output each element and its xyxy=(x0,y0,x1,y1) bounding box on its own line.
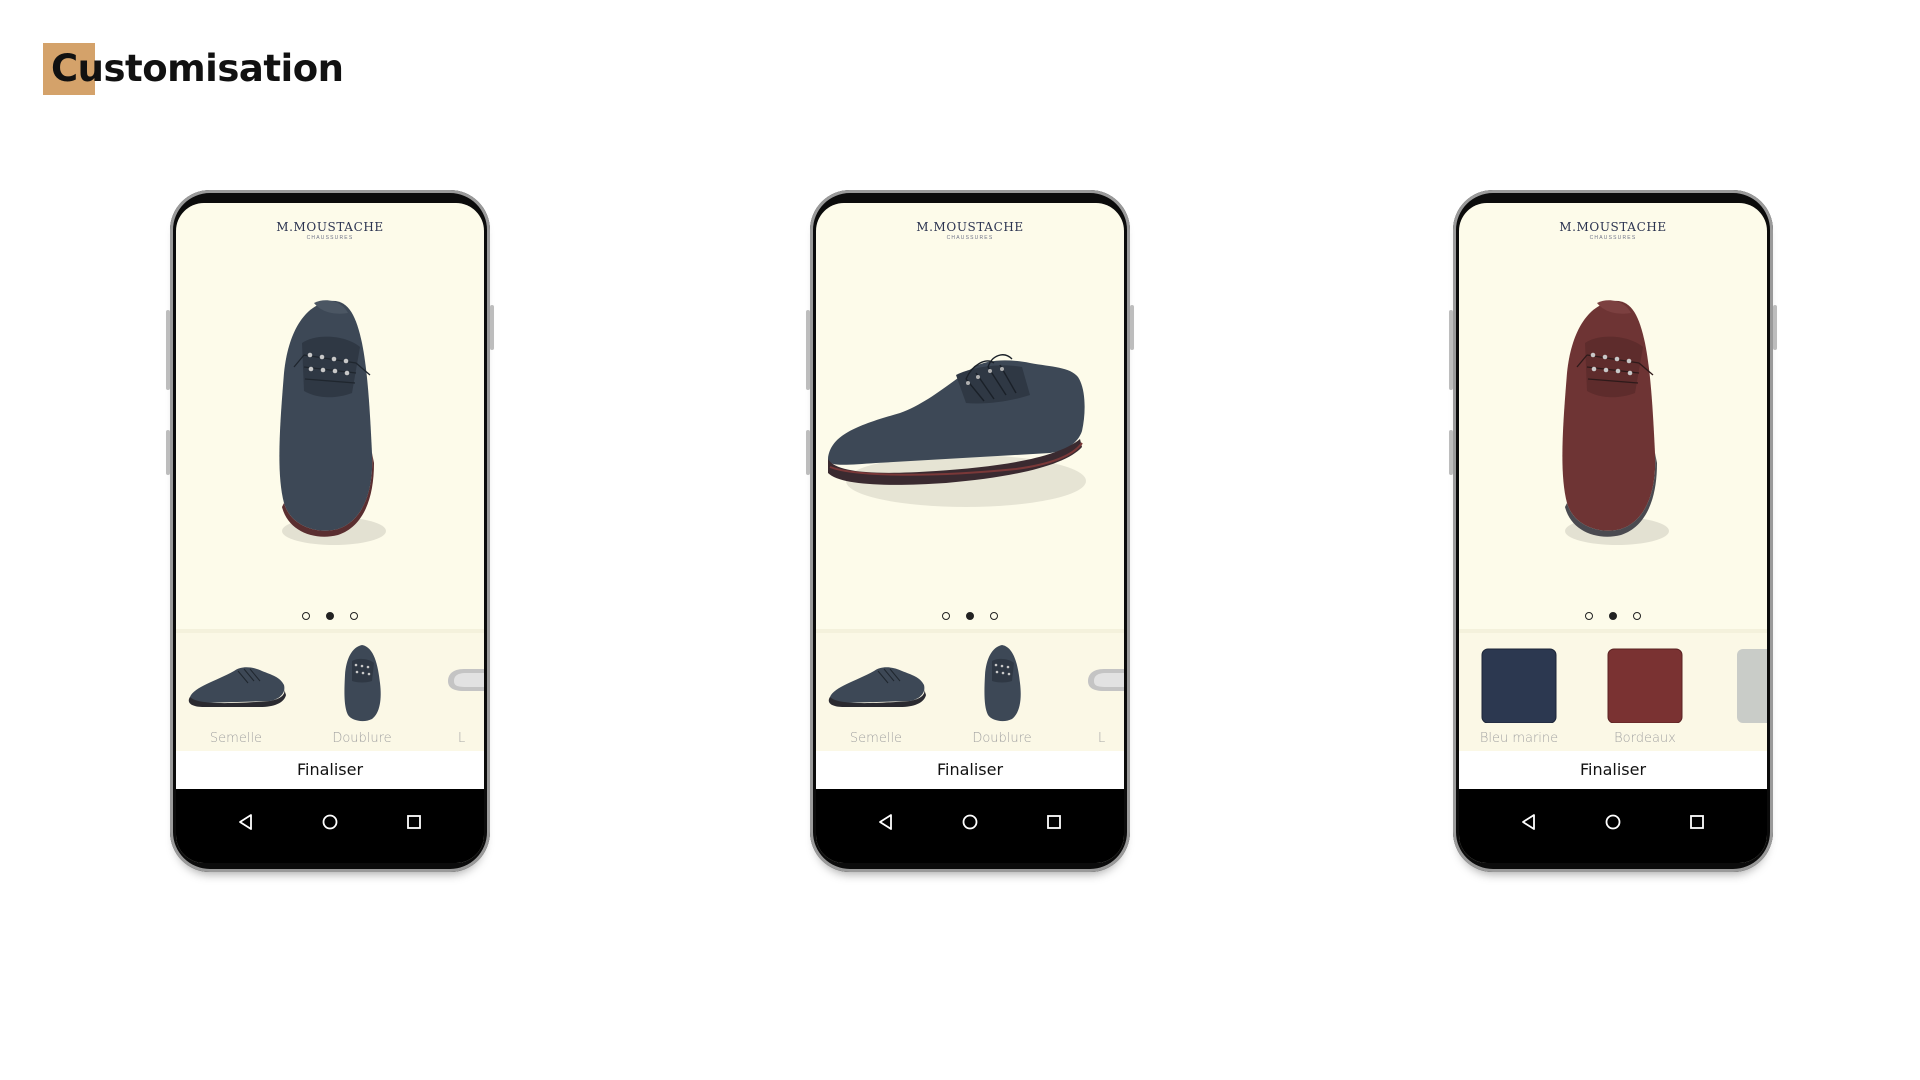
finalize-button[interactable]: Finaliser xyxy=(176,751,484,789)
android-navigation-bar xyxy=(176,789,484,863)
option-semelle[interactable]: Semelle xyxy=(176,633,296,751)
option-partial-swatch[interactable] xyxy=(1735,633,1767,751)
option-doublure[interactable]: Doublure xyxy=(942,633,1062,751)
power-button xyxy=(1130,305,1134,350)
home-icon[interactable] xyxy=(315,807,345,837)
option-label: Doublure xyxy=(972,731,1032,746)
side-button xyxy=(1449,430,1453,475)
power-button xyxy=(490,305,494,350)
option-partial[interactable]: L xyxy=(444,633,484,751)
carousel-dot[interactable] xyxy=(1633,612,1641,620)
option-label: Bleu marine xyxy=(1479,731,1559,746)
carousel-dot[interactable] xyxy=(990,612,998,620)
brand-name: M.MOUSTACHE xyxy=(276,220,384,234)
option-label: Semelle xyxy=(209,731,263,746)
brand-logo: M.MOUSTACHE CHAUSSURES xyxy=(1459,220,1767,241)
option-label: Semelle xyxy=(849,731,903,746)
shoe-top-view-image[interactable] xyxy=(176,263,484,593)
volume-button xyxy=(806,310,810,390)
shoe-top-icon xyxy=(984,645,1021,722)
android-navigation-bar xyxy=(1459,789,1767,863)
carousel-dot-active[interactable] xyxy=(326,612,334,620)
shoe-partial-icon xyxy=(1088,669,1124,691)
carousel-dot-active[interactable] xyxy=(1609,612,1617,620)
home-icon[interactable] xyxy=(955,807,985,837)
phone-screen: M.MOUSTACHE CHAUSSURES xyxy=(816,203,1124,863)
shoe-top-icon xyxy=(344,645,381,722)
carousel-indicator xyxy=(176,612,484,620)
option-bleu-marine[interactable]: Bleu marine xyxy=(1459,633,1579,751)
volume-button xyxy=(1449,310,1453,390)
finalize-button[interactable]: Finaliser xyxy=(816,751,1124,789)
option-carousel: Semelle Doublure L xyxy=(816,629,1124,755)
brand-subtitle: CHAUSSURES xyxy=(306,235,354,241)
recents-icon[interactable] xyxy=(399,807,429,837)
option-doublure[interactable]: Doublure xyxy=(302,633,422,751)
carousel-indicator xyxy=(1459,612,1767,620)
recents-icon[interactable] xyxy=(1039,807,1069,837)
android-navigation-bar xyxy=(816,789,1124,863)
home-icon[interactable] xyxy=(1598,807,1628,837)
power-button xyxy=(1773,305,1777,350)
phone-mockup-3: M.MOUSTACHE CHAUSSURES Bleu marine Borde… xyxy=(1449,190,1777,872)
carousel-dot[interactable] xyxy=(302,612,310,620)
option-label: Doublure xyxy=(332,731,392,746)
option-bordeaux[interactable]: Bordeaux xyxy=(1585,633,1705,751)
option-label: L xyxy=(458,731,466,746)
back-icon[interactable] xyxy=(231,807,261,837)
leather-swatch-grey xyxy=(1737,649,1767,723)
option-carousel: Semelle Doublure L xyxy=(176,629,484,755)
leather-swatch-navy xyxy=(1481,648,1557,723)
page-title-block: Customisation xyxy=(43,43,344,95)
option-carousel: Bleu marine Bordeaux xyxy=(1459,629,1767,755)
brand-subtitle: CHAUSSURES xyxy=(1589,235,1637,241)
phone-mockup-2: M.MOUSTACHE CHAUSSURES Semelle Doublure … xyxy=(806,190,1134,872)
carousel-dot[interactable] xyxy=(1585,612,1593,620)
phone-screen: M.MOUSTACHE CHAUSSURES xyxy=(1459,203,1767,863)
finalize-button[interactable]: Finaliser xyxy=(1459,751,1767,789)
brand-name: M.MOUSTACHE xyxy=(1559,220,1667,234)
back-icon[interactable] xyxy=(871,807,901,837)
side-button xyxy=(166,430,170,475)
option-partial[interactable]: L xyxy=(1084,633,1124,751)
recents-icon[interactable] xyxy=(1682,807,1712,837)
carousel-dot[interactable] xyxy=(942,612,950,620)
shoe-partial-icon xyxy=(448,669,484,691)
carousel-indicator xyxy=(816,612,1124,620)
option-label: Bordeaux xyxy=(1614,731,1676,746)
back-icon[interactable] xyxy=(1514,807,1544,837)
phone-screen: M.MOUSTACHE CHAUSSURES xyxy=(176,203,484,863)
carousel-dot-active[interactable] xyxy=(966,612,974,620)
page-title: Customisation xyxy=(51,47,344,90)
brand-logo: M.MOUSTACHE CHAUSSURES xyxy=(816,220,1124,241)
leather-swatch-bordeaux xyxy=(1607,648,1683,723)
shoe-side-icon xyxy=(188,667,286,707)
shoe-top-view-bordeaux-image[interactable] xyxy=(1459,263,1767,593)
side-button xyxy=(806,430,810,475)
phone-mockup-1: M.MOUSTACHE CHAUSSURES Semelle Doublure … xyxy=(166,190,494,872)
shoe-side-icon xyxy=(828,667,926,707)
brand-logo: M.MOUSTACHE CHAUSSURES xyxy=(176,220,484,241)
brand-subtitle: CHAUSSURES xyxy=(946,235,994,241)
carousel-dot[interactable] xyxy=(350,612,358,620)
shoe-side-view-image[interactable] xyxy=(816,263,1124,593)
option-label: L xyxy=(1098,731,1106,746)
volume-button xyxy=(166,310,170,390)
brand-name: M.MOUSTACHE xyxy=(916,220,1024,234)
option-semelle[interactable]: Semelle xyxy=(816,633,936,751)
